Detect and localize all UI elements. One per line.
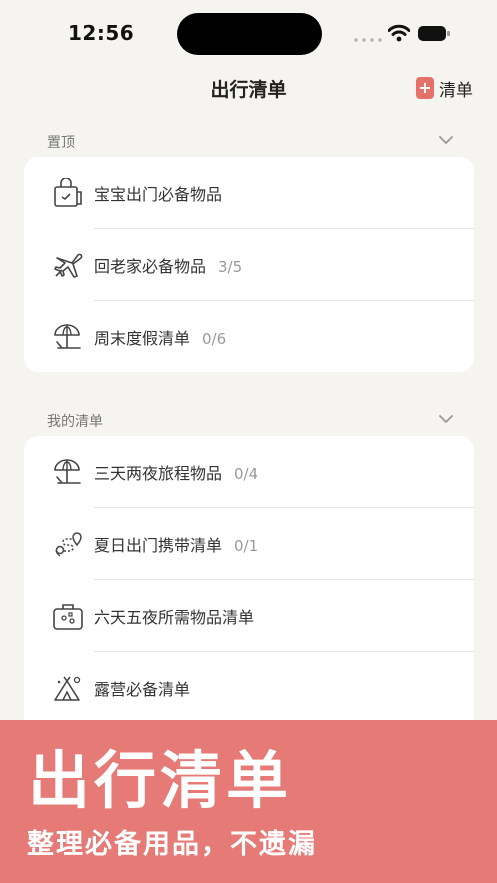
pinned-list-card: 宝宝出门必备物品 回老家必备物品 3/5 周末度假清单 0/6 [24, 157, 474, 372]
banner-title: 出行清单 [28, 744, 293, 817]
add-list-button[interactable]: + 清单 [416, 77, 473, 101]
list-item-label: 夏日出门携带清单 [94, 536, 223, 555]
list-item-count: 0/1 [234, 537, 259, 555]
add-list-label: 清单 [439, 80, 473, 101]
dynamic-island [177, 13, 322, 55]
list-item-label: 三天两夜旅程物品 [94, 464, 223, 483]
status-bar: 12:56 [0, 0, 497, 66]
section-title: 置顶 [47, 135, 75, 151]
baby-bag-icon [54, 178, 82, 207]
chevron-down-icon [439, 415, 453, 423]
list-item-label: 露营必备清单 [94, 680, 191, 699]
cellular-signal-icon [354, 34, 384, 42]
airplane-icon [54, 253, 83, 278]
plus-icon: + [416, 77, 434, 99]
list-item-label: 六天五夜所需物品清单 [94, 608, 255, 627]
route-pin-icon [55, 532, 82, 557]
suitcase-icon [53, 604, 83, 630]
list-item-label: 宝宝出门必备物品 [94, 185, 223, 204]
list-item[interactable]: 宝宝出门必备物品 [24, 157, 474, 228]
section-header-my-lists[interactable]: 我的清单 [47, 411, 457, 433]
tent-icon [54, 676, 81, 701]
list-item[interactable]: 回老家必备物品 3/5 [54, 228, 474, 300]
list-item[interactable]: 夏日出门携带清单 0/1 [55, 507, 474, 579]
list-item-label: 周末度假清单 [94, 329, 191, 348]
section-header-pinned[interactable]: 置顶 [47, 132, 457, 154]
list-item[interactable]: 三天两夜旅程物品 0/4 [24, 436, 474, 507]
status-time: 12:56 [68, 21, 135, 45]
beach-umbrella-icon [54, 324, 81, 349]
promo-banner: 出行清单 整理必备用品，不遗漏 [0, 720, 497, 883]
list-item[interactable]: 露营必备清单 [54, 651, 474, 723]
beach-umbrella-icon [54, 459, 81, 484]
battery-icon [418, 26, 450, 41]
my-list-card: 三天两夜旅程物品 0/4 夏日出门携带清单 0/1 六天五夜所需物品清单 露营必… [24, 436, 474, 736]
wifi-icon [388, 24, 410, 42]
list-item[interactable]: 周末度假清单 0/6 [54, 300, 474, 372]
list-item-count: 3/5 [218, 258, 243, 276]
list-item-label: 回老家必备物品 [94, 257, 207, 276]
list-item-count: 0/4 [234, 465, 259, 483]
banner-subtitle: 整理必备用品，不遗漏 [27, 829, 317, 860]
list-item-count: 0/6 [202, 330, 227, 348]
section-title: 我的清单 [47, 414, 103, 430]
chevron-down-icon [439, 136, 453, 144]
list-item[interactable]: 六天五夜所需物品清单 [53, 579, 474, 651]
